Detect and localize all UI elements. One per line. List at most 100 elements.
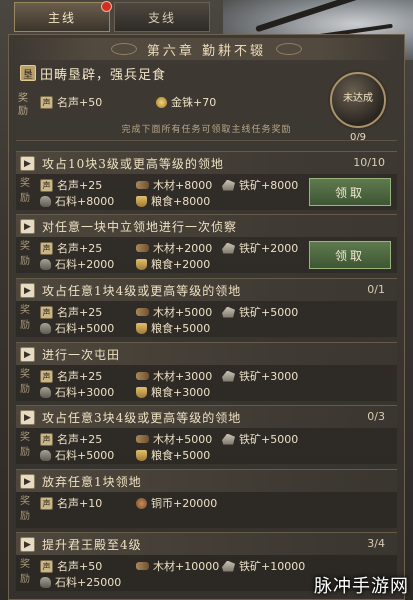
task-header: ▶ 提升君王殿至4级 3/4 <box>16 532 397 555</box>
reward-label: 奖励 <box>20 305 30 331</box>
badge-progress: 0/9 <box>349 132 367 143</box>
task-rewards: 奖励声名声+25 木材+5000 铁矿+5000 石料+5000 粮食+5000 <box>16 428 397 464</box>
watermark: 脉冲手游网 <box>314 576 409 597</box>
reward-item: 木材+8000 <box>136 177 212 193</box>
task-header: ▶ 攻占任意3块4级或更高等级的领地 0/3 <box>16 405 397 428</box>
fame-icon: 声 <box>40 305 53 319</box>
task-type-icon: ▶ <box>20 474 35 489</box>
task-type-icon: ▶ <box>20 347 35 362</box>
task-progress: 0/3 <box>367 410 385 423</box>
tab-label: 支线 <box>147 10 176 25</box>
reward-item: 粮食+2000 <box>136 256 210 272</box>
reward-item: 声名声+25 <box>40 431 102 447</box>
task-rewards: 奖励声名声+25 木材+8000 铁矿+8000 石料+8000 粮食+8000 领取 <box>16 174 397 210</box>
task-type-icon: ▶ <box>20 156 35 171</box>
reward-item: 金铢+70 <box>156 94 216 110</box>
reward-item: 木材+2000 <box>136 240 212 256</box>
task-title: 进行一次屯田 <box>42 348 121 362</box>
coin-icon <box>136 497 147 509</box>
reward-label: 奖励 <box>20 369 30 395</box>
iron-icon <box>222 370 235 382</box>
claim-button[interactable]: 领取 <box>309 178 391 206</box>
stone-icon <box>40 322 51 334</box>
task-title: 攻占10块3级或更高等级的领地 <box>42 157 224 171</box>
iron-icon <box>222 560 235 572</box>
wood-icon <box>136 308 149 316</box>
grain-icon <box>136 195 147 207</box>
badge-label: 未达成 <box>343 93 373 104</box>
reward-label: 奖励 <box>20 496 30 522</box>
stone-icon <box>40 386 51 398</box>
reward-label: 奖励 <box>18 93 28 117</box>
reward-item: 木材+10000 <box>136 558 219 574</box>
task-type-icon: ▶ <box>20 410 35 425</box>
task-row: ▶ 对任意一块中立领地进行一次侦察 奖励声名声+25 木材+2000 铁矿+2000 石料… <box>16 214 397 274</box>
reward-item: 粮食+3000 <box>136 384 210 400</box>
task-header: ▶ 对任意一块中立领地进行一次侦察 <box>16 214 397 237</box>
reward-item: 声名声+10 <box>40 495 102 511</box>
reward-item: 粮食+5000 <box>136 320 210 336</box>
fame-icon: 声 <box>40 178 53 192</box>
reward-item: 粮食+8000 <box>136 193 210 209</box>
reward-item: 石料+3000 <box>40 384 114 400</box>
task-row: ▶ 放弃任意1块领地奖励声名声+10 铜币+20000 <box>16 469 397 529</box>
reward-item: 铁矿+5000 <box>222 431 298 447</box>
stone-icon <box>40 449 51 461</box>
reward-item: 铁矿+8000 <box>222 177 298 193</box>
task-rewards: 奖励声名声+10 铜币+20000 <box>16 492 397 528</box>
reward-item: 石料+5000 <box>40 320 114 336</box>
task-title: 放弃任意1块领地 <box>42 475 142 489</box>
fame-icon: 声 <box>40 432 53 446</box>
stone-icon <box>40 195 51 207</box>
reward-item: 铁矿+10000 <box>222 558 305 574</box>
grain-icon <box>136 449 147 461</box>
ornament-icon <box>110 43 137 55</box>
task-row: ▶ 攻占任意3块4级或更高等级的领地 0/3 奖励声名声+25 木材+5000 铁矿+50… <box>16 405 397 465</box>
fame-icon: 声 <box>40 559 53 573</box>
wood-icon <box>136 372 149 380</box>
fame-icon: 声 <box>40 95 53 109</box>
reward-item: 声 名声+50 <box>40 94 102 110</box>
claim-button[interactable]: 领取 <box>309 241 391 269</box>
reward-item: 声名声+25 <box>40 304 102 320</box>
chapter-task-icon: 垦 <box>20 65 36 81</box>
reward-item: 声名声+25 <box>40 177 102 193</box>
task-rewards: 奖励声名声+25 木材+2000 铁矿+2000 石料+2000 粮食+2000 领取 <box>16 237 397 273</box>
fame-icon: 声 <box>40 369 53 383</box>
iron-icon <box>222 433 235 445</box>
task-type-icon: ▶ <box>20 283 35 298</box>
tab-main-quest[interactable]: 主线 <box>14 1 112 32</box>
chapter-title: 第六章 勤耕不辍 <box>146 43 267 59</box>
chapter-title-bar: 第六章 勤耕不辍 <box>16 38 397 60</box>
task-header: ▶ 进行一次屯田 <box>16 342 397 365</box>
stone-icon <box>40 576 51 588</box>
reward-item: 铁矿+3000 <box>222 368 298 384</box>
iron-icon <box>222 242 235 254</box>
reward-item: 木材+3000 <box>136 368 212 384</box>
stone-icon <box>40 258 51 270</box>
task-progress: 3/4 <box>367 537 385 550</box>
reward-label: 奖励 <box>20 178 30 204</box>
task-row: ▶ 攻占10块3级或更高等级的领地 10/10 奖励声名声+25 木材+8000 铁矿+8… <box>16 151 397 211</box>
tab-label: 主线 <box>47 10 76 25</box>
chapter-completion-badge[interactable]: 未达成 0/9 <box>330 72 386 143</box>
tab-side-quest[interactable]: 支线 <box>114 2 210 32</box>
task-row: ▶ 进行一次屯田 奖励声名声+25 木材+3000 铁矿+3000 石料+3000 粮食+3… <box>16 342 397 402</box>
reward-item: 木材+5000 <box>136 431 212 447</box>
reward-item: 石料+5000 <box>40 447 114 463</box>
chapter-task: 田畴垦辟，强兵足食 <box>40 68 167 83</box>
task-type-icon: ▶ <box>20 537 35 552</box>
fame-icon: 声 <box>40 241 53 255</box>
gold-icon <box>156 96 167 108</box>
reward-item: 声名声+50 <box>40 558 102 574</box>
reward-item: 铁矿+5000 <box>222 304 298 320</box>
chapter-header: 第六章 勤耕不辍 垦 田畴垦辟，强兵足食 奖励 声 名声+50 金铢+70 完成… <box>16 38 397 143</box>
reward-item: 声名声+25 <box>40 368 102 384</box>
task-title: 攻占任意1块4级或更高等级的领地 <box>42 284 242 298</box>
grain-icon <box>136 386 147 398</box>
wood-icon <box>136 244 149 252</box>
reward-item: 木材+5000 <box>136 304 212 320</box>
reward-item: 石料+2000 <box>40 256 114 272</box>
grain-icon <box>136 322 147 334</box>
task-row: ▶ 攻占任意1块4级或更高等级的领地 0/1 奖励声名声+25 木材+5000 铁矿+50… <box>16 278 397 338</box>
